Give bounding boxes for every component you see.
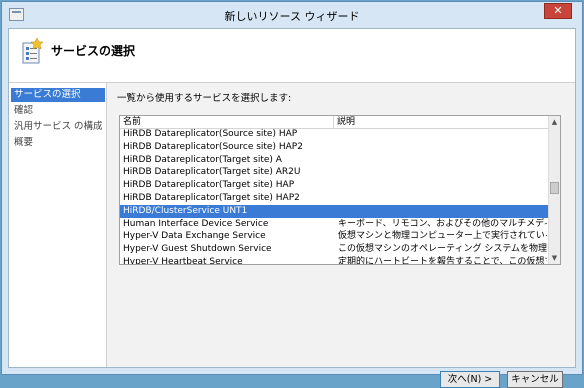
list-item[interactable]: Hyper-V Guest Shutdown Service この仮想マシンのオペ… [120,243,549,256]
list-rows: HiRDB Datareplicator(Source site) HAP HiR… [120,128,549,265]
wizard-steps-nav: サービスの選択 確認 汎用サービス の構成 概要 [9,83,107,367]
next-button[interactable]: 次へ(N) > [440,371,500,388]
scroll-up-icon[interactable]: ▲ [549,116,560,128]
service-name: Hyper-V Guest Shutdown Service [123,244,272,255]
step-configure-generic-service[interactable]: 汎用サービス の構成 [11,120,105,134]
service-description: 定期的にハートビートを報告することで、この仮想マシン... [338,256,547,265]
step-summary[interactable]: 概要 [11,136,105,150]
service-name: Human Interface Device Service [123,218,269,229]
wizard-window: 新しいリソース ウィザード ✕ サービスの選択 サービスの選択 確認 汎用サービ… [1,1,583,388]
list-item[interactable]: Hyper-V Heartbeat Service 定期的にハートビートを報告する… [120,256,549,265]
title-bar[interactable]: 新しいリソース ウィザード ✕ [2,2,582,28]
wizard-content: 一覧から使用するサービスを選択します: 名前 説明 HiRDB Datarepl… [107,83,575,388]
service-list[interactable]: 名前 説明 HiRDB Datareplicator(Source site) … [119,115,561,265]
wizard-page-icon [22,38,44,64]
service-name: HiRDB Datareplicator(Source site) HAP [123,129,298,139]
service-name: HiRDB Datareplicator(Target site) HAP [123,180,295,191]
list-item[interactable]: HiRDB Datareplicator(Target site) HAP2 [120,192,549,205]
service-name: HiRDB Datareplicator(Target site) A [123,154,282,165]
service-description: この仮想マシンのオペレーティング システムを物理コンピ... [338,244,547,255]
service-description: 仮想マシンと物理コンピューター上で実行されているオ... [338,231,547,242]
cancel-button[interactable]: キャンセル [507,371,563,388]
window-title: 新しいリソース ウィザード [224,10,360,23]
wizard-header: サービスの選択 [9,29,575,83]
list-item[interactable]: HiRDB Datareplicator(Source site) HAP [120,128,549,141]
list-vertical-scrollbar[interactable]: ▲ ▼ [548,116,560,264]
service-name: HiRDB Datareplicator(Target site) HAP2 [123,192,300,203]
list-item[interactable]: Hyper-V Data Exchange Service 仮想マシンと物理コンピ… [120,230,549,243]
wizard-client: サービスの選択 サービスの選択 確認 汎用サービス の構成 概要 一覧から使用す… [8,28,576,388]
list-item[interactable]: HiRDB Datareplicator(Source site) HAP2 [120,141,549,154]
list-item[interactable]: HiRDB Datareplicator(Target site) HAP [120,179,549,192]
list-item[interactable]: Human Interface Device Service キーボード、リモコン… [120,218,549,231]
column-header-name[interactable]: 名前 [120,116,334,128]
list-item[interactable]: HiRDB/ClusterService UNT1 [120,204,549,218]
service-name: Hyper-V Data Exchange Service [123,231,266,242]
column-header-description[interactable]: 説明 [334,116,549,128]
service-name: HiRDB Datareplicator(Source site) HAP2 [123,141,303,152]
list-item[interactable]: HiRDB Datareplicator(Target site) A [120,154,549,167]
step-confirm[interactable]: 確認 [11,104,105,118]
service-name: HiRDB Datareplicator(Target site) AR2U [123,167,301,178]
service-description: キーボード、リモコン、およびその他のマルチメディア デバ... [338,218,547,229]
close-button[interactable]: ✕ [544,3,572,19]
list-item[interactable]: HiRDB Datareplicator(Target site) AR2U [120,166,549,179]
service-name: HiRDB/ClusterService UNT1 [123,205,248,216]
page-title: サービスの選択 [51,44,136,58]
service-name: Hyper-V Heartbeat Service [123,256,243,265]
instruction-text: 一覧から使用するサービスを選択します: [117,93,292,104]
scroll-down-icon[interactable]: ▼ [549,252,560,264]
step-select-service[interactable]: サービスの選択 [11,88,105,102]
scroll-thumb[interactable] [550,182,559,194]
